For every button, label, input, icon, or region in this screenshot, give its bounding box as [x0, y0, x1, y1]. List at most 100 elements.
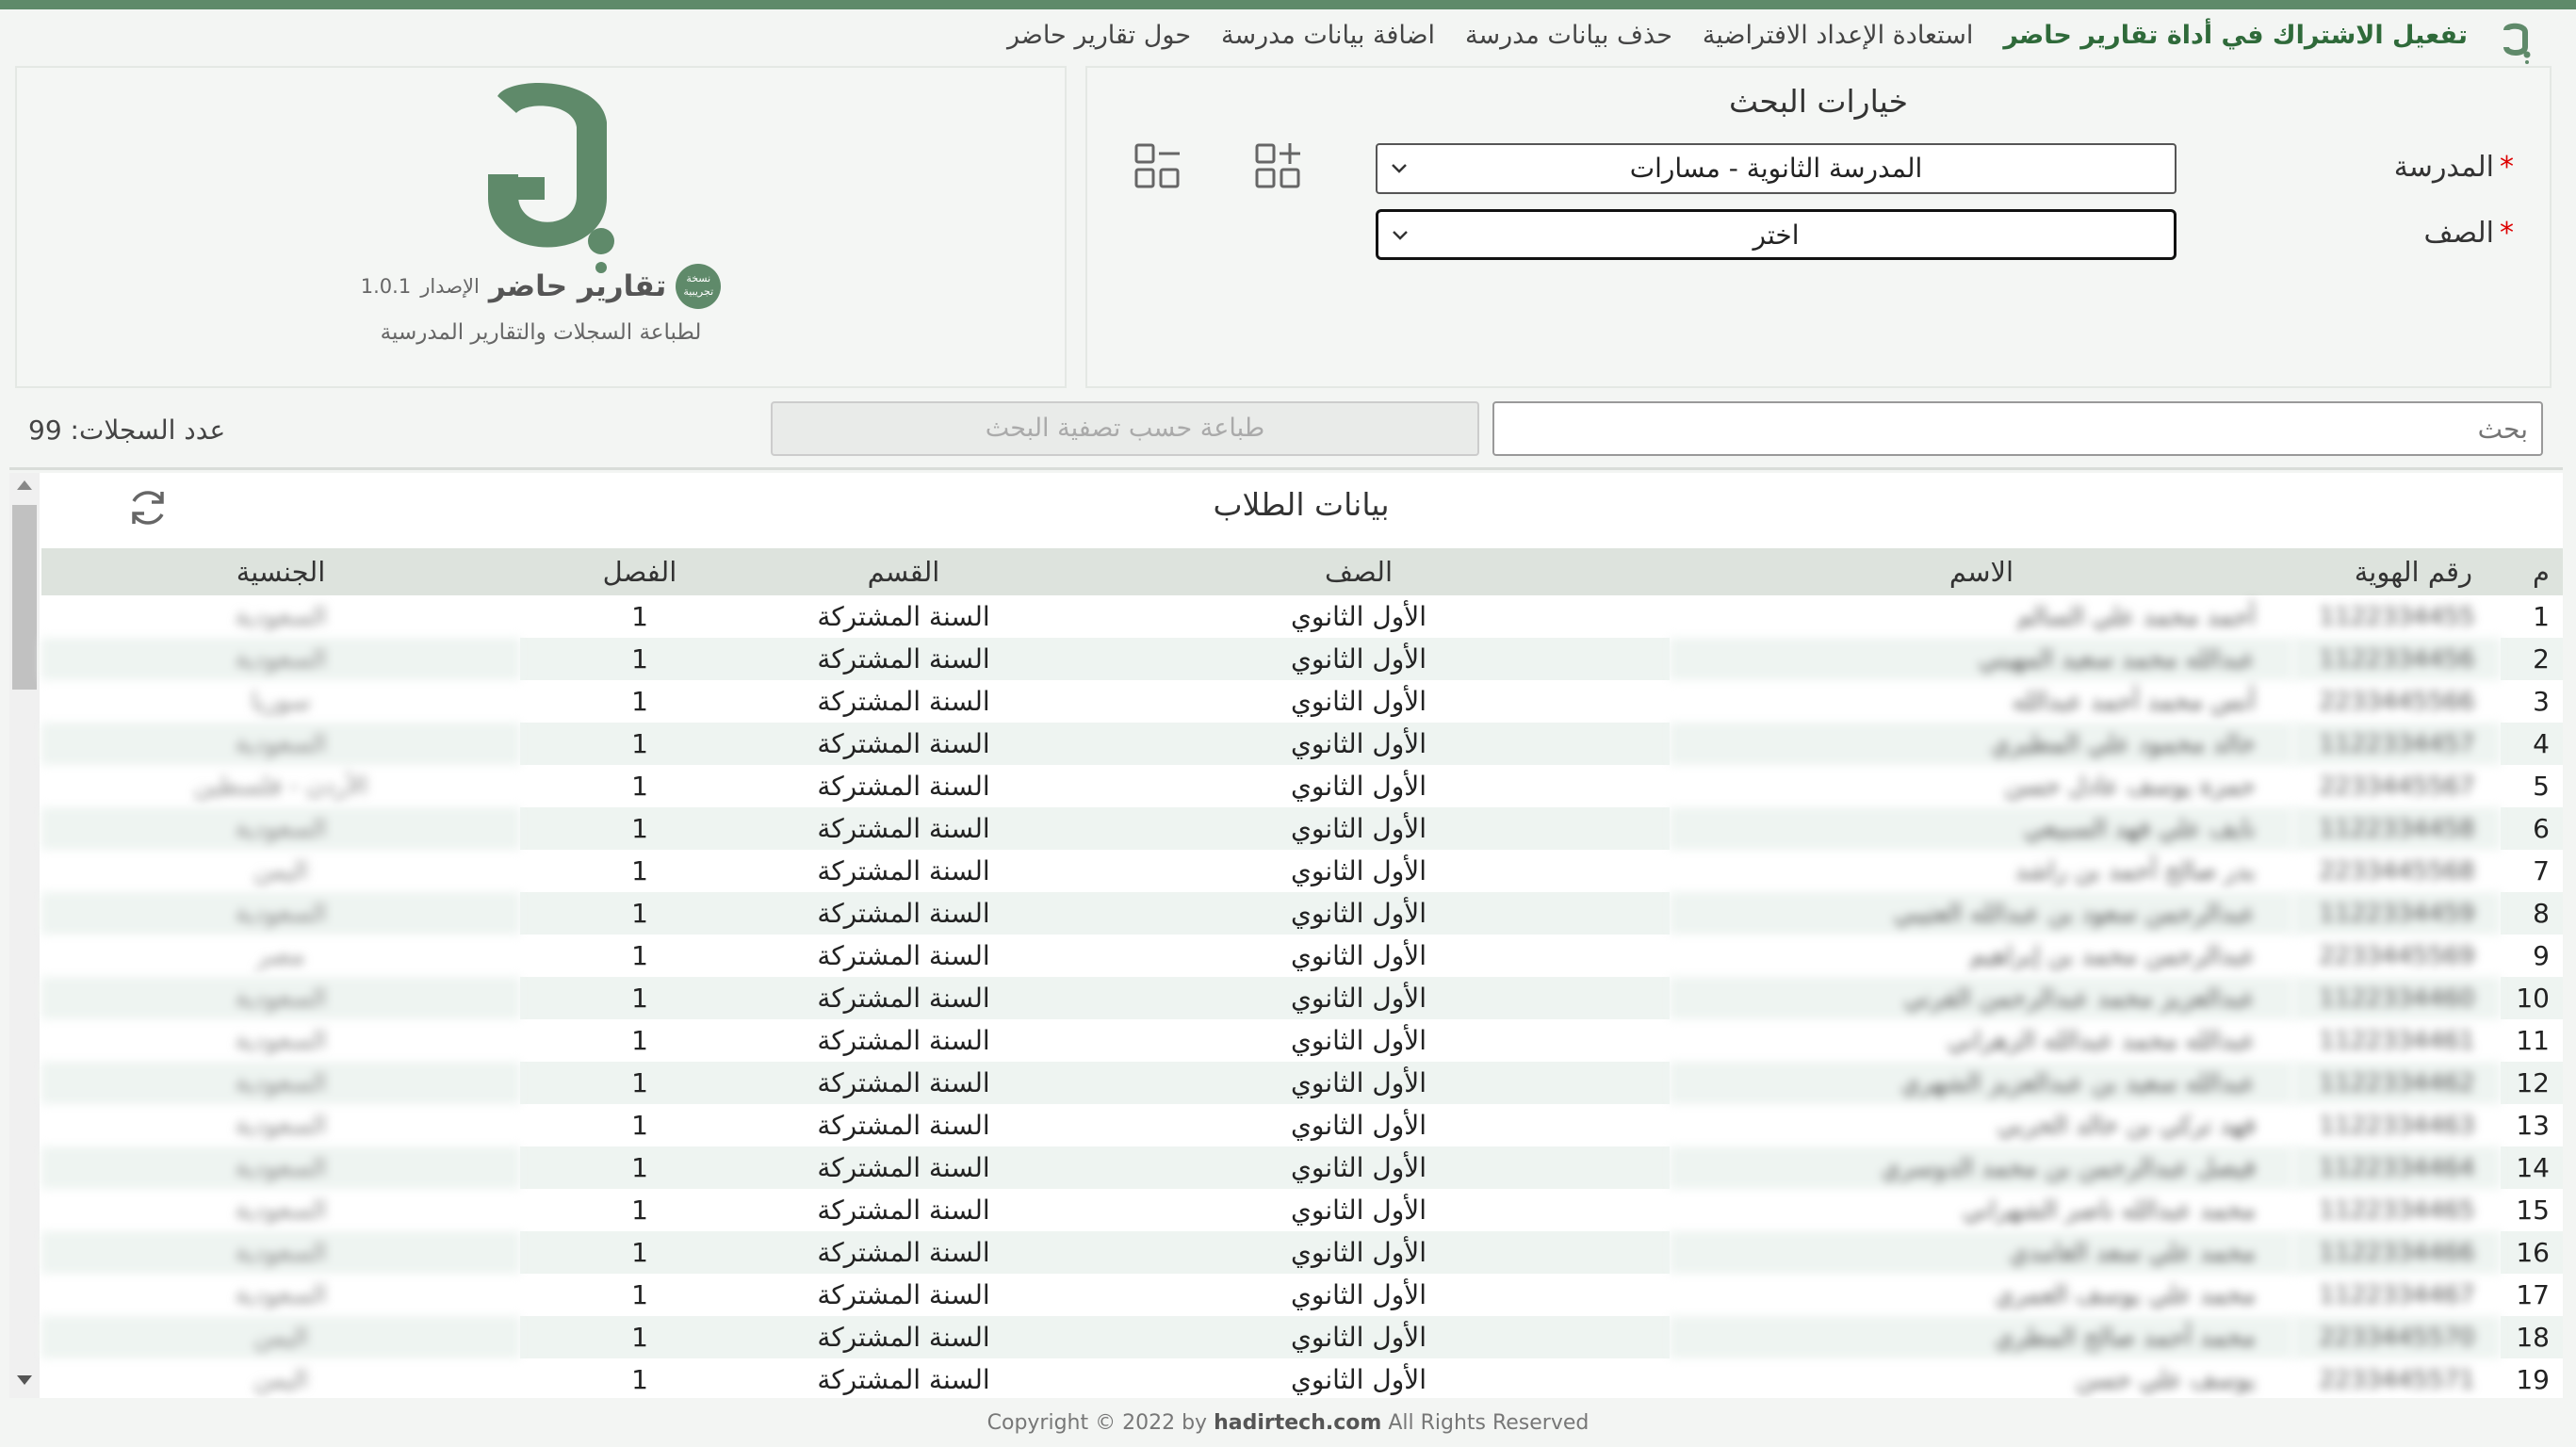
table-row[interactable]: 4 1122334457 خالد محمود علي المطيري الأول ا… — [41, 723, 2563, 765]
cell-nationality: السعودية — [41, 807, 520, 850]
cell-nationality: اليمن — [41, 1316, 520, 1358]
school-select[interactable]: المدرسة الثانوية - مسارات — [1376, 143, 2177, 194]
cell-class: 1 — [631, 1364, 648, 1395]
cell-id: 1122334466 — [2293, 1231, 2501, 1274]
cell-id: 1122334458 — [2293, 807, 2501, 850]
refresh-icon[interactable] — [124, 484, 171, 531]
footer-site-link[interactable]: hadirtech.com — [1214, 1411, 1381, 1435]
nav-add-school[interactable]: اضافة بيانات مدرسة — [1221, 21, 1435, 50]
cell-class: 1 — [631, 601, 648, 632]
cell-id: 2233445566 — [2319, 687, 2475, 716]
col-header-index[interactable]: م — [2501, 548, 2563, 595]
table-row[interactable]: 8 1122334459 عبدالرحمن سعود بن عبدالله الع… — [41, 892, 2563, 935]
table-row[interactable]: 13 1122334463 فهد تركي بن خالد الحربي الأول… — [41, 1104, 2563, 1146]
cell-nationality: السعودية — [41, 892, 520, 935]
nav-about[interactable]: حول تقارير حاضر — [1007, 21, 1191, 50]
cell-id: 2233445568 — [2319, 856, 2475, 886]
cell-class: 1 — [631, 940, 648, 971]
app-logo-icon[interactable] — [2493, 19, 2538, 64]
cell-department: السنة المشتركة — [759, 977, 1048, 1019]
search-field[interactable] — [1492, 401, 2543, 456]
nav-activate-subscription[interactable]: تفعيل الاشتراك في أداة تقارير حاضر — [2003, 21, 2468, 50]
table-row[interactable]: 11 1122334461 عبدالله محمد عبدالله الزهران… — [41, 1019, 2563, 1062]
cell-department: السنة المشتركة — [759, 1146, 1048, 1189]
cell-index: 8 — [2501, 892, 2563, 935]
cell-index: 16 — [2501, 1231, 2563, 1274]
cell-name: فيصل عبدالرحمن بن محمد الدوسري — [1670, 1146, 2293, 1189]
cell-department: السنة المشتركة — [759, 892, 1048, 935]
table-row[interactable]: 10 1122334460 عبدالعزيز محمد عبدالرحمن الق… — [41, 977, 2563, 1019]
table-row[interactable]: 16 1122334466 محمد علي سعد الغامدي الأول ال… — [41, 1231, 2563, 1274]
table-row[interactable]: 19 2233445571 يوسف علي حسن الأول الثانوي الس… — [41, 1358, 2563, 1398]
table-row[interactable]: 6 1122334458 نايف علي فهد السبيعي الأول الث… — [41, 807, 2563, 850]
table-row[interactable]: 3 2233445566 أنس محمد أحمد عبدالله الأول ال… — [41, 680, 2563, 723]
scrollbar-thumb[interactable] — [12, 505, 37, 690]
search-input[interactable] — [1494, 403, 2541, 454]
school-select-value: المدرسة الثانوية - مسارات — [1629, 153, 1923, 184]
table-row[interactable]: 9 2233445569 عبدالرحمن محمد بن إبراهيم الأو… — [41, 935, 2563, 977]
table-row[interactable]: 14 1122334464 فيصل عبدالرحمن بن محمد الدوس… — [41, 1146, 2563, 1189]
col-header-nationality[interactable]: الجنسية — [41, 548, 520, 595]
cell-id: 1122334461 — [2319, 1026, 2475, 1055]
cell-grade: الأول الثانوي — [1048, 892, 1670, 935]
cell-name: أحمد محمد علي السالم — [2016, 602, 2256, 631]
col-header-department[interactable]: القسم — [759, 548, 1048, 595]
table-row[interactable]: 5 2233445567 حمزة يوسف عادل حسن الأول الثان… — [41, 765, 2563, 807]
cell-index: 19 — [2516, 1364, 2550, 1395]
table-header-row: م رقم الهوية الاسم الصف القسم الفصل الجن… — [41, 548, 2563, 595]
cell-department: السنة المشتركة — [817, 1279, 990, 1310]
cell-department: السنة المشتركة — [759, 1231, 1048, 1274]
cell-index: 9 — [2533, 940, 2550, 971]
remove-widget-icon[interactable] — [1133, 139, 1185, 192]
students-table-title: بيانات الطلاب — [1213, 486, 1390, 523]
table-row[interactable]: 1 1122334455 أحمد محمد علي السالم الأول الث… — [41, 595, 2563, 638]
cell-department: السنة المشتركة — [817, 771, 990, 802]
cell-grade: الأول الثانوي — [1291, 940, 1427, 971]
add-widget-icon[interactable] — [1253, 139, 1306, 192]
vertical-scrollbar[interactable] — [9, 473, 40, 1398]
search-options-title: خيارات البحث — [1729, 83, 1908, 120]
table-row[interactable]: 15 1122334465 محمد عبدالله ناصر الشهراني ال… — [41, 1189, 2563, 1231]
cell-nationality: السعودية — [41, 1231, 520, 1274]
chevron-down-icon — [1393, 231, 1408, 240]
cell-class: 1 — [520, 807, 759, 850]
cell-grade: الأول الثانوي — [1048, 807, 1670, 850]
cell-class: 1 — [520, 638, 759, 680]
chevron-down-icon — [1392, 164, 1407, 173]
cell-department: السنة المشتركة — [759, 1062, 1048, 1104]
cell-nationality: السعودية — [41, 1146, 520, 1189]
cell-id: 1122334464 — [2293, 1146, 2501, 1189]
table-row[interactable]: 7 2233445568 بدر صالح أحمد بن راشد الأول ال… — [41, 850, 2563, 892]
nav-delete-school[interactable]: حذف بيانات مدرسة — [1465, 21, 1672, 50]
cell-id: 1122334463 — [2319, 1111, 2475, 1140]
table-row[interactable]: 18 2233445570 محمد أحمد صالح المطري الأول ا… — [41, 1316, 2563, 1358]
cell-name: محمد عبدالله ناصر الشهراني — [1962, 1195, 2256, 1225]
app-logo-icon — [488, 82, 614, 273]
col-header-grade[interactable]: الصف — [1048, 548, 1670, 595]
nav-restore-defaults[interactable]: استعادة الإعداد الافتراضية — [1703, 21, 1973, 50]
cell-name: عبدالرحمن محمد بن إبراهيم — [1969, 941, 2257, 970]
cell-name: نايف علي فهد السبيعي — [1670, 807, 2293, 850]
students-table: م رقم الهوية الاسم الصف القسم الفصل الجن… — [41, 548, 2563, 1398]
grade-select[interactable]: اختر — [1376, 209, 2177, 260]
cell-index: 5 — [2533, 771, 2550, 802]
table-row[interactable]: 12 1122334462 عبدالله سعيد بن عبدالعزيز ال… — [41, 1062, 2563, 1104]
col-header-id[interactable]: رقم الهوية — [2293, 548, 2501, 595]
cell-department: السنة المشتركة — [759, 1316, 1048, 1358]
cell-nationality: السعودية — [41, 723, 520, 765]
col-header-class[interactable]: الفصل — [520, 548, 759, 595]
table-row[interactable]: 2 1122334456 عبدالله محمد سعيد المهيني الأو… — [41, 638, 2563, 680]
table-row[interactable]: 17 1122334467 محمد علي يوسف العمري الأول ال… — [41, 1274, 2563, 1316]
cell-grade: الأول الثانوي — [1048, 1316, 1670, 1358]
cell-department: السنة المشتركة — [817, 1364, 990, 1395]
print-filtered-button[interactable]: طباعة حسب تصفية البحث — [771, 401, 1479, 456]
cell-index: 11 — [2516, 1025, 2550, 1056]
cell-class: 1 — [520, 1316, 759, 1358]
scroll-up-arrow-icon[interactable] — [17, 480, 32, 490]
cell-nationality: اليمن — [253, 1365, 308, 1394]
col-header-name[interactable]: الاسم — [1670, 548, 2293, 595]
cell-index: 1 — [2533, 601, 2550, 632]
cell-index: 2 — [2501, 638, 2563, 680]
scroll-down-arrow-icon[interactable] — [17, 1375, 32, 1385]
cell-class: 1 — [520, 723, 759, 765]
